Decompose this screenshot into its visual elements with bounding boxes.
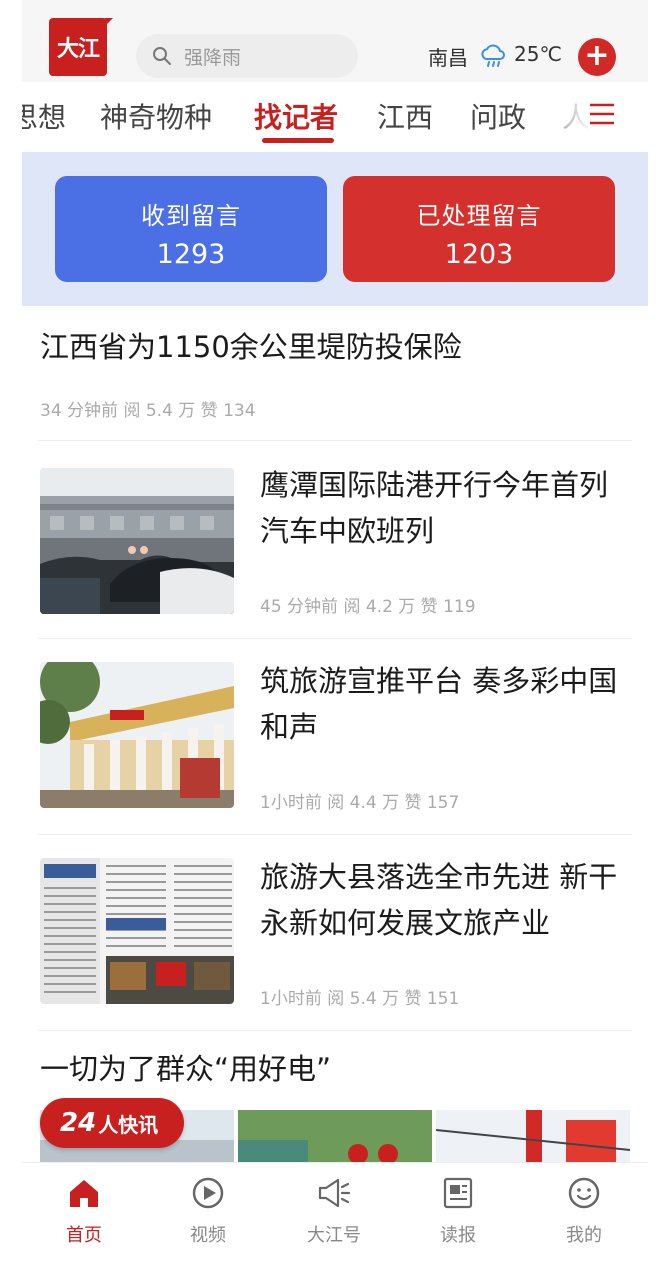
- received-messages-card[interactable]: 收到留言 1293: [55, 176, 327, 282]
- newspaper-icon: [443, 1177, 473, 1209]
- news-title-5[interactable]: 一切为了群众“用好电”: [40, 1046, 331, 1088]
- nav-label: 我的: [566, 1225, 602, 1246]
- message-stats: 收到留言 1293 已处理留言 1203: [22, 152, 648, 306]
- search-bar[interactable]: 强降雨: [136, 34, 358, 78]
- app-screen: 大江 强降雨 南昌 25℃ + 思想 神奇物种 找记者 江西 问政 人: [22, 0, 648, 1274]
- tab-species[interactable]: 神奇物种: [100, 96, 212, 136]
- search-placeholder: 强降雨: [184, 46, 242, 69]
- news-meta-3: 1小时前 阅 4.4 万 赞 157: [260, 793, 460, 813]
- divider: [38, 440, 632, 441]
- search-icon: [153, 47, 171, 65]
- nav-label: 视频: [190, 1225, 226, 1246]
- news-image-5c[interactable]: [436, 1110, 630, 1162]
- tab-jiangxi[interactable]: 江西: [377, 96, 433, 136]
- news-title-3[interactable]: 筑旅游宣推平台 奏多彩中国和声: [260, 658, 632, 750]
- plus-icon[interactable]: +: [578, 38, 616, 76]
- megaphone-icon: [318, 1178, 351, 1208]
- news-image-5b[interactable]: [238, 1110, 432, 1162]
- received-label: 收到留言: [141, 202, 241, 230]
- nav-label: 首页: [66, 1225, 102, 1246]
- app-logo[interactable]: 大江: [49, 18, 113, 76]
- play-icon: [192, 1177, 224, 1209]
- processed-messages-card[interactable]: 已处理留言 1203: [343, 176, 615, 282]
- active-tab-indicator: [262, 138, 334, 143]
- temperature-label: 25℃: [514, 42, 562, 66]
- processed-count: 1203: [444, 239, 514, 270]
- nav-home[interactable]: 首页: [34, 1175, 134, 1247]
- nav-read-paper[interactable]: 读报: [408, 1175, 508, 1247]
- news-meta-2: 45 分钟前 阅 4.2 万 赞 119: [260, 597, 476, 617]
- rain-cloud-icon: [481, 44, 505, 67]
- received-count: 1293: [156, 239, 226, 270]
- news-thumbnail-2[interactable]: [40, 468, 234, 614]
- badge-text: 人快讯: [98, 1112, 159, 1137]
- news-title-4[interactable]: 旅游大县落选全市先进 新干永新如何发展文旅产业: [260, 854, 632, 946]
- news-meta-4: 1小时前 阅 5.4 万 赞 151: [260, 989, 460, 1009]
- city-label[interactable]: 南昌: [428, 42, 468, 71]
- news-title-2[interactable]: 鹰潭国际陆港开行今年首列汽车中欧班列: [260, 462, 632, 554]
- news-thumbnail-3[interactable]: [40, 662, 234, 808]
- tab-thought[interactable]: 思想: [22, 96, 66, 136]
- top-bar: 大江 强降雨 南昌 25℃ +: [22, 0, 648, 82]
- nav-mine[interactable]: 我的: [534, 1175, 634, 1247]
- smile-icon: [568, 1177, 600, 1209]
- tab-wenzheng[interactable]: 问政: [470, 96, 526, 136]
- menu-icon[interactable]: [588, 100, 616, 128]
- flash-news-badge[interactable]: 24 人快讯: [40, 1098, 184, 1148]
- divider: [38, 1030, 632, 1031]
- bottom-navigation: 首页 视频 大江号 读报 我的: [22, 1162, 648, 1274]
- tab-fade: [552, 82, 592, 152]
- divider: [38, 638, 632, 639]
- news-title-1[interactable]: 江西省为1150余公里堤防投保险: [40, 324, 462, 366]
- badge-number: 24: [60, 1108, 97, 1138]
- processed-label: 已处理留言: [416, 202, 542, 230]
- nav-label: 读报: [440, 1225, 476, 1246]
- nav-video[interactable]: 视频: [158, 1175, 258, 1247]
- divider: [38, 834, 632, 835]
- channel-tabs: 思想 神奇物种 找记者 江西 问政 人: [22, 82, 648, 152]
- nav-label: 大江号: [307, 1225, 361, 1246]
- nav-dajiang-hao[interactable]: 大江号: [284, 1175, 384, 1247]
- news-meta-1: 34 分钟前 阅 5.4 万 赞 134: [40, 401, 256, 421]
- tab-find-reporter[interactable]: 找记者: [254, 96, 338, 136]
- news-thumbnail-4[interactable]: [40, 858, 234, 1004]
- home-icon: [70, 1180, 98, 1207]
